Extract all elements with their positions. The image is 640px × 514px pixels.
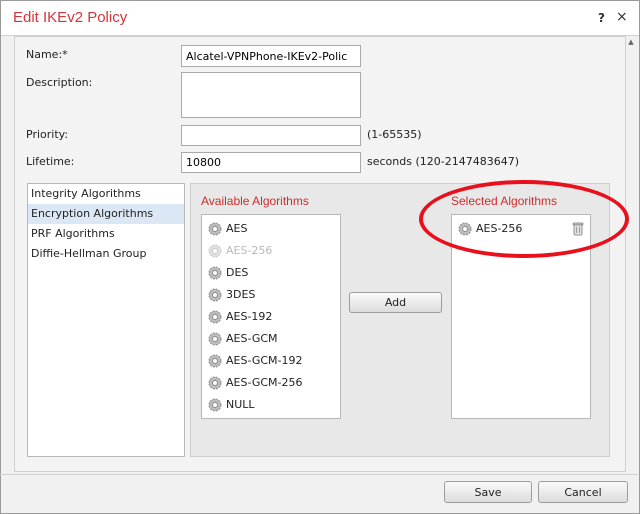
add-button[interactable]: Add (349, 292, 442, 313)
name-input[interactable] (181, 45, 361, 67)
lifetime-range-hint: seconds (120-2147483647) (367, 155, 519, 168)
available-item-null[interactable]: NULL (202, 394, 340, 416)
selected-algorithms-list: AES-256 (451, 214, 591, 419)
gear-icon (208, 354, 222, 368)
available-item-aes-gcm-256[interactable]: AES-GCM-256 (202, 372, 340, 394)
available-item-aes-gcm-192[interactable]: AES-GCM-192 (202, 350, 340, 372)
gear-icon (208, 222, 222, 236)
available-item-label: AES-192 (226, 310, 273, 323)
cancel-button[interactable]: Cancel (538, 481, 628, 503)
description-textarea[interactable] (181, 72, 361, 118)
available-item-aes-192[interactable]: AES-192 (202, 306, 340, 328)
priority-range-hint: (1-65535) (367, 128, 422, 141)
available-item-label: AES-GCM-256 (226, 376, 303, 389)
footer-divider (0, 474, 638, 475)
category-integrity-algorithms[interactable]: Integrity Algorithms (28, 184, 184, 204)
algorithm-category-list: Integrity Algorithms Encryption Algorith… (27, 183, 185, 457)
available-algorithms-list: AES AES-256 DES 3DES AES-192 AES-GCM AES… (201, 214, 341, 419)
category-encryption-algorithms[interactable]: Encryption Algorithms (28, 204, 184, 224)
gear-icon (208, 376, 222, 390)
category-diffie-hellman-group[interactable]: Diffie-Hellman Group (28, 244, 184, 264)
trash-icon[interactable] (572, 222, 584, 236)
available-item-label: AES-GCM-192 (226, 354, 303, 367)
category-prf-algorithms[interactable]: PRF Algorithms (28, 224, 184, 244)
gear-icon (208, 310, 222, 324)
help-icon[interactable]: ? (598, 11, 605, 25)
selected-item-label: AES-256 (476, 222, 523, 235)
available-item-label: NULL (226, 398, 255, 411)
available-item-label: AES-GCM (226, 332, 278, 345)
gear-icon (208, 398, 222, 412)
dialog-titlebar: Edit IKEv2 Policy ? × (1, 1, 639, 36)
available-item-3des[interactable]: 3DES (202, 284, 340, 306)
description-label: Description: (26, 76, 93, 89)
available-item-label: AES-256 (226, 244, 273, 257)
name-label: Name:* (26, 48, 68, 61)
save-button[interactable]: Save (444, 481, 532, 503)
available-item-des[interactable]: DES (202, 262, 340, 284)
available-item-label: DES (226, 266, 249, 279)
priority-input[interactable] (181, 125, 361, 146)
gear-icon (458, 222, 472, 236)
gear-icon (208, 244, 222, 258)
available-algorithms-title: Available Algorithms (201, 194, 309, 208)
gear-icon (208, 288, 222, 302)
available-item-aes-gcm[interactable]: AES-GCM (202, 328, 340, 350)
close-icon[interactable]: × (616, 9, 628, 25)
selected-algorithms-title: Selected Algorithms (451, 194, 558, 208)
available-item-label: AES (226, 222, 248, 235)
gear-icon (208, 266, 222, 280)
available-item-aes-256: AES-256 (202, 240, 340, 262)
dialog-title: Edit IKEv2 Policy (13, 9, 128, 26)
selected-item-aes-256[interactable]: AES-256 (452, 218, 590, 240)
priority-label: Priority: (26, 128, 69, 141)
available-item-aes[interactable]: AES (202, 218, 340, 240)
scroll-up-arrow-icon[interactable]: ▲ (626, 36, 636, 48)
lifetime-label: Lifetime: (26, 155, 75, 168)
gear-icon (208, 332, 222, 346)
lifetime-input[interactable] (181, 152, 361, 173)
available-item-label: 3DES (226, 288, 256, 301)
